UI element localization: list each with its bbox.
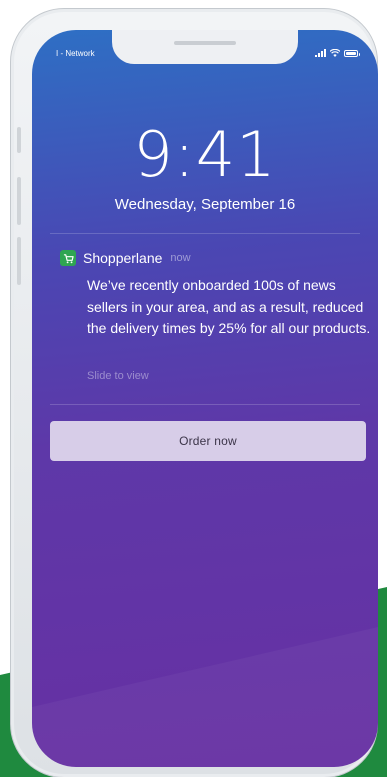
wifi-icon [330,49,340,57]
divider-top [50,233,360,234]
notification-time: now [170,252,191,264]
screen-glare [32,627,378,767]
phone-frame: I - Network 9:41 Wednesday, September 16 [10,8,378,777]
speaker-grille [174,41,236,45]
volume-down-button [17,237,21,285]
notification-hint: Slide to view [87,370,149,382]
divider-bottom [50,404,360,405]
shopping-cart-icon [60,250,76,266]
carrier-label: I - Network [56,49,95,58]
lock-screen-clock: 9:41 [133,118,277,191]
battery-icon [344,49,360,57]
lock-screen-date: Wednesday, September 16 [114,196,296,213]
volume-up-button [17,177,21,225]
notification-message[interactable]: We’ve recently onboarded 100s of news se… [87,275,372,340]
lock-screen: I - Network 9:41 Wednesday, September 16 [32,30,378,767]
signal-icon [315,49,326,57]
order-now-button[interactable]: Order now [50,421,366,461]
notch [112,30,298,64]
notification-app-name: Shopperlane [83,250,163,266]
status-icons [315,48,360,58]
notification-header[interactable]: Shopperlane now [60,250,191,266]
mute-switch [17,127,21,153]
